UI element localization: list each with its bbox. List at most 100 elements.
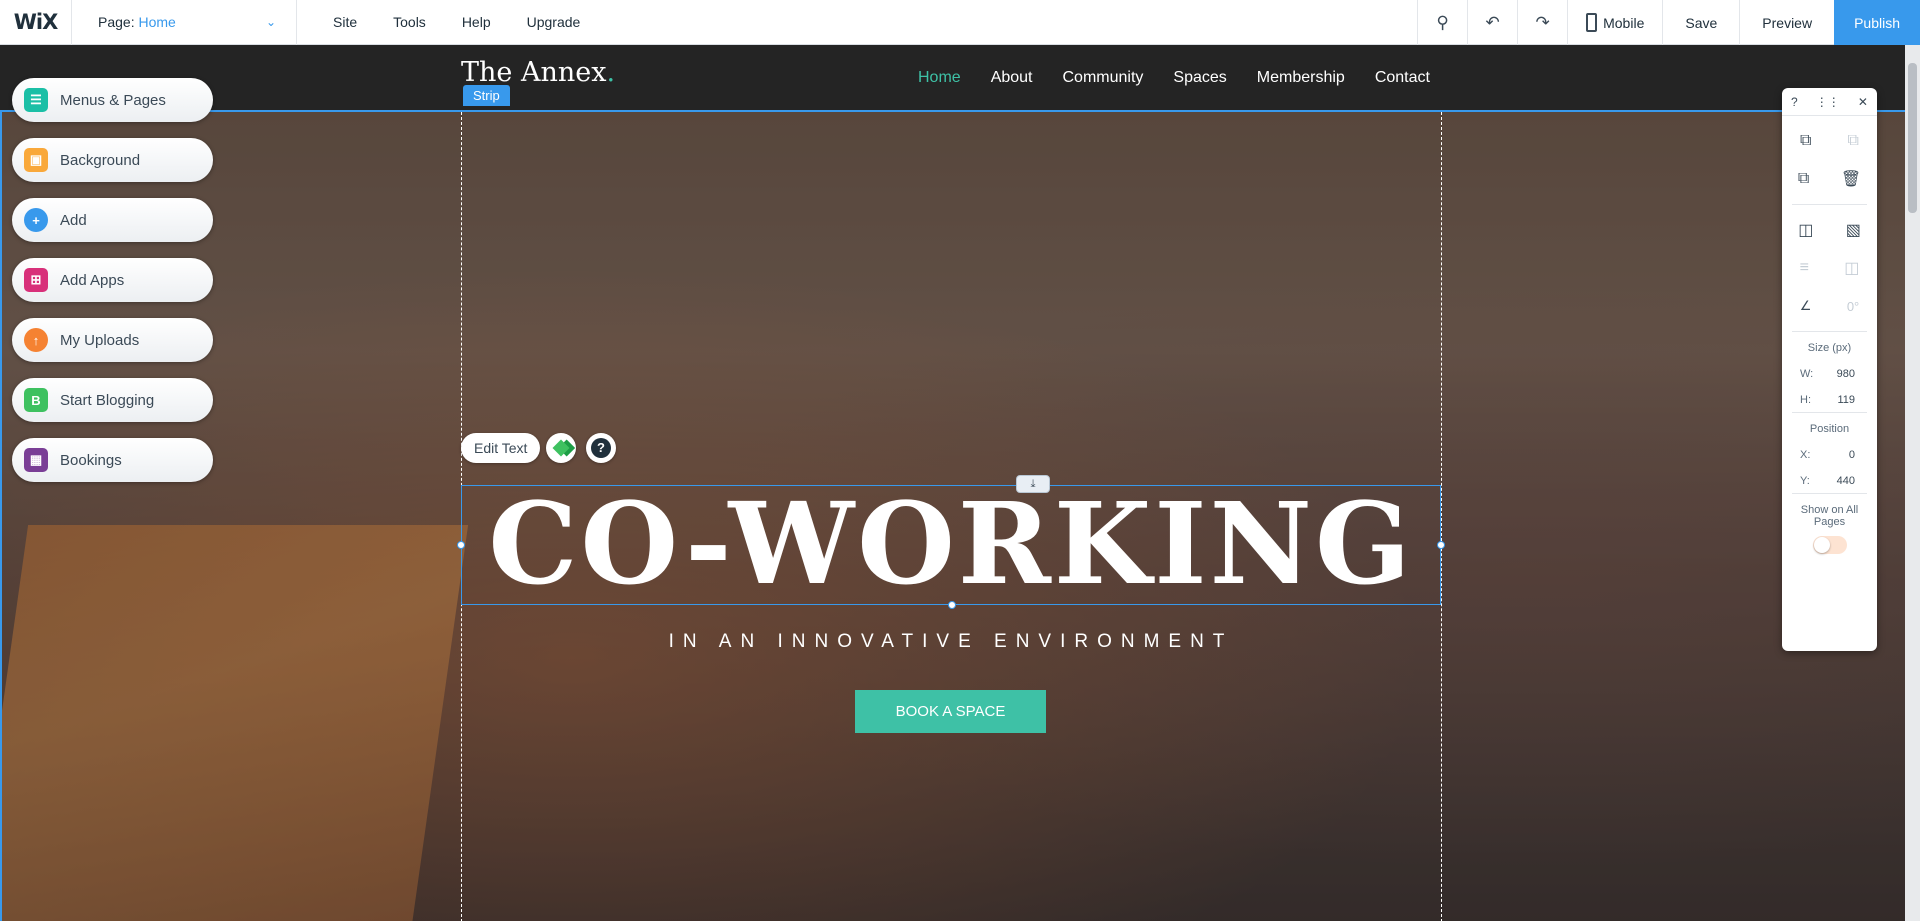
nav-community[interactable]: Community	[1063, 69, 1144, 87]
height-value[interactable]: 119	[1837, 394, 1855, 406]
y-field[interactable]: Y: 440	[1782, 475, 1877, 487]
preview-button[interactable]: Preview	[1739, 0, 1834, 45]
bookings-button[interactable]: ▦ Bookings	[12, 438, 213, 482]
editor-stage: The Annex. Home About Community Spaces M…	[0, 45, 1905, 921]
drag-handle-icon[interactable]: ⋮⋮	[1816, 95, 1840, 109]
duplicate-icon[interactable]: ⧉	[1798, 170, 1809, 188]
apps-icon: ⊞	[24, 268, 48, 292]
resize-handle-left[interactable]	[457, 541, 465, 549]
menu-site[interactable]: Site	[315, 0, 375, 45]
toggle-knob	[1813, 537, 1830, 553]
page-value: Home	[138, 14, 176, 30]
paste-icon: ⧉	[1847, 132, 1859, 149]
stretch-anchor-icon[interactable]: ⤓	[1016, 475, 1050, 493]
inspector-row-distribute: ≡ ◫	[1782, 249, 1877, 287]
y-label: Y:	[1800, 475, 1810, 487]
zoom-icon[interactable]: ⚲	[1417, 0, 1467, 45]
help-icon: ?	[591, 438, 611, 458]
page-scrollbar[interactable]	[1905, 45, 1920, 921]
height-field[interactable]: H: 119	[1782, 394, 1877, 406]
width-label: W:	[1800, 368, 1814, 380]
top-menu: Site Tools Help Upgrade	[315, 0, 598, 45]
mobile-button[interactable]: Mobile	[1567, 0, 1662, 45]
align-icon[interactable]: ▧	[1846, 220, 1861, 240]
x-value[interactable]: 0	[1849, 449, 1855, 461]
start-blogging-button[interactable]: B Start Blogging	[12, 378, 213, 422]
menu-tools[interactable]: Tools	[375, 0, 444, 45]
book-a-space-button[interactable]: BOOK A SPACE	[855, 690, 1046, 733]
nav-about[interactable]: About	[991, 69, 1033, 87]
show-all-pages-toggle[interactable]	[1812, 536, 1847, 554]
nav-spaces[interactable]: Spaces	[1173, 69, 1226, 87]
resize-handle-right[interactable]	[1437, 541, 1445, 549]
menus-pages-button[interactable]: ☰ Menus & Pages	[12, 78, 213, 122]
menu-help[interactable]: Help	[444, 0, 509, 45]
add-button[interactable]: + Add	[12, 198, 213, 242]
topbar-right-tools: ⚲ ↶ ↷ Mobile Save Preview Publish	[1417, 0, 1920, 45]
page-selector[interactable]: Page: Home ⌄	[72, 0, 297, 45]
undo-icon[interactable]: ↶	[1467, 0, 1517, 45]
site-header[interactable]: The Annex. Home About Community Spaces M…	[0, 45, 1905, 111]
editor-topbar: WiX Page: Home ⌄ Site Tools Help Upgrade…	[0, 0, 1920, 45]
blog-icon: B	[24, 388, 48, 412]
page-selector-text: Page: Home	[98, 14, 176, 30]
pages-icon: ☰	[24, 88, 48, 112]
brand-name: The Annex	[461, 57, 607, 88]
animation-button[interactable]	[546, 433, 576, 463]
left-panel: ☰ Menus & Pages ▣ Background + Add ⊞ Add…	[12, 78, 213, 498]
wix-logo[interactable]: WiX	[0, 0, 72, 45]
nav-home[interactable]: Home	[918, 69, 961, 87]
arrange-icon[interactable]: ◫	[1798, 220, 1813, 240]
strip-tag[interactable]: Strip	[463, 85, 510, 106]
site-brand[interactable]: The Annex.	[461, 57, 615, 88]
calendar-icon: ▦	[24, 448, 48, 472]
help-icon[interactable]: ?	[1791, 95, 1798, 109]
width-value[interactable]: 980	[1837, 368, 1855, 380]
inspector-panel: ? ⋮⋮ ✕ ⧉ ⧉ ⧉ 🗑 ◫ ▧ ≡ ◫ ∠ 0° Size (px) W:…	[1782, 88, 1877, 651]
background-icon: ▣	[24, 148, 48, 172]
hero-subtitle[interactable]: IN AN INNOVATIVE ENVIRONMENT	[461, 631, 1441, 653]
help-button[interactable]: ?	[586, 433, 616, 463]
inspector-row-rotate: ∠ 0°	[1782, 287, 1877, 325]
my-uploads-button[interactable]: ↑ My Uploads	[12, 318, 213, 362]
my-uploads-label: My Uploads	[60, 331, 140, 349]
nav-membership[interactable]: Membership	[1257, 69, 1345, 87]
strip-frame-top	[0, 110, 1905, 112]
rotate-icon[interactable]: ∠	[1800, 298, 1812, 314]
menu-upgrade[interactable]: Upgrade	[509, 0, 599, 45]
edit-text-button[interactable]: Edit Text	[461, 433, 541, 463]
height-label: H:	[1800, 394, 1811, 406]
add-label: Add	[60, 211, 87, 229]
background-button[interactable]: ▣ Background	[12, 138, 213, 182]
match-size-icon: ◫	[1844, 260, 1860, 277]
rotation-value[interactable]: 0°	[1847, 299, 1859, 314]
close-icon[interactable]: ✕	[1858, 95, 1868, 109]
menus-pages-label: Menus & Pages	[60, 91, 166, 109]
add-apps-label: Add Apps	[60, 271, 125, 289]
animation-icon	[552, 439, 570, 457]
position-label: Position	[1809, 423, 1850, 435]
x-field[interactable]: X: 0	[1782, 449, 1877, 461]
page-label: Page:	[98, 14, 135, 30]
plus-icon: +	[24, 208, 48, 232]
start-blogging-label: Start Blogging	[60, 391, 155, 409]
inspector-row-copy: ⧉ ⧉	[1782, 122, 1877, 160]
inspector-divider-4	[1792, 493, 1867, 494]
phone-icon	[1586, 13, 1598, 32]
y-value[interactable]: 440	[1837, 475, 1855, 487]
add-apps-button[interactable]: ⊞ Add Apps	[12, 258, 213, 302]
width-field[interactable]: W: 980	[1782, 368, 1877, 380]
publish-button[interactable]: Publish	[1834, 0, 1920, 45]
copy-icon[interactable]: ⧉	[1800, 132, 1811, 150]
resize-handle-bottom[interactable]	[948, 601, 956, 609]
site-nav: Home About Community Spaces Membership C…	[918, 45, 1430, 111]
redo-icon[interactable]: ↷	[1517, 0, 1567, 45]
delete-icon[interactable]: 🗑	[1841, 169, 1861, 189]
show-all-pages-label: Show on All Pages	[1800, 504, 1859, 528]
background-label: Background	[60, 151, 141, 169]
save-button[interactable]: Save	[1662, 0, 1739, 45]
distribute-icon: ≡	[1799, 259, 1809, 276]
bookings-label: Bookings	[60, 451, 122, 469]
scrollbar-thumb[interactable]	[1908, 63, 1917, 213]
nav-contact[interactable]: Contact	[1375, 69, 1430, 87]
